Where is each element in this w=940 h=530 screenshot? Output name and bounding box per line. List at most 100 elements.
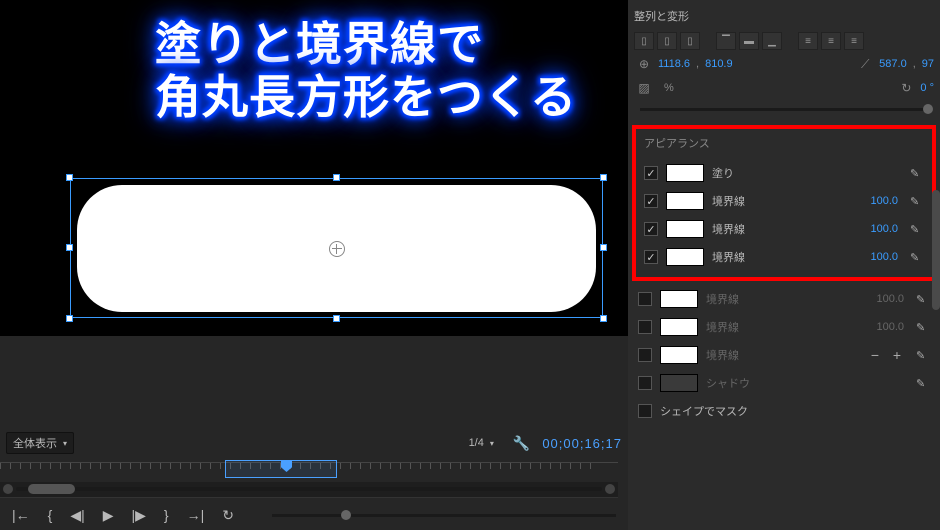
ruler-tick [340,463,341,469]
appearance-extra-row: シャドウ ✎ [634,369,934,397]
ruler-tick [510,463,511,469]
ruler-tick [220,463,221,469]
ruler-tick [430,463,431,469]
resolution-dropdown[interactable]: 1/4 ▾ [462,434,501,452]
ruler-tick [540,463,541,469]
eyedropper-icon[interactable]: ✎ [910,167,924,180]
step-forward-button[interactable]: |▶ [132,507,146,524]
appearance-label: 境界線 [712,221,762,237]
distribute-spacing-button[interactable]: ≡ [844,32,864,50]
title-line-2: 角丸長方形をつくる [155,71,577,124]
position-y-value[interactable]: 810.9 [705,58,733,70]
resize-handle-bm[interactable] [333,315,340,322]
eyedropper-icon[interactable]: ✎ [910,251,924,264]
eyedropper-icon[interactable]: ✎ [910,223,924,236]
timecode-display[interactable]: 00;00;16;17 [542,436,622,451]
appearance-value[interactable]: 100.0 [854,251,898,263]
resize-handle-ml[interactable] [66,244,73,251]
stroke-remove-button[interactable]: − [868,347,882,363]
ruler-tick [180,463,181,469]
appearance-label: 境界線 [712,249,762,265]
eyedropper-icon[interactable]: ✎ [916,293,930,306]
position-x-value[interactable]: 1118.6 [658,58,690,70]
shape-mask-checkbox[interactable] [638,404,652,418]
appearance-extra-checkbox[interactable] [638,320,652,334]
resize-handle-tl[interactable] [66,174,73,181]
scroll-cap-left[interactable] [3,484,13,494]
go-to-out-button[interactable]: →| [187,507,205,523]
resize-handle-tr[interactable] [600,174,607,181]
play-button[interactable]: ▶ [103,507,114,524]
loop-button[interactable]: ↻ [222,507,234,524]
eyedropper-icon[interactable]: ✎ [916,349,930,362]
ruler-tick [190,463,191,469]
playback-slider[interactable] [272,514,616,517]
go-to-in-button[interactable]: |← [12,507,30,523]
panel-slider-thumb[interactable] [923,104,933,114]
appearance-swatch[interactable] [666,220,704,238]
distribute-v-button[interactable]: ≡ [821,32,841,50]
panel-opacity-slider[interactable] [640,108,928,111]
align-middle-button[interactable]: ▬ [739,32,759,50]
align-left-button[interactable]: ▯ [634,32,654,50]
shape-mask-label: シェイプでマスク [660,403,748,419]
scroll-cap-right[interactable] [605,484,615,494]
appearance-checkbox[interactable] [644,166,658,180]
appearance-value[interactable]: 100.0 [854,223,898,235]
eyedropper-icon[interactable]: ✎ [916,377,930,390]
ruler-tick [590,463,591,469]
resize-handle-tm[interactable] [333,174,340,181]
ruler-tick [450,463,451,469]
appearance-extra-label: シャドウ [706,375,756,391]
resize-handle-br[interactable] [600,315,607,322]
appearance-value[interactable]: 100.0 [854,195,898,207]
appearance-checkbox[interactable] [644,222,658,236]
appearance-swatch[interactable] [666,248,704,266]
panel-scrollbar[interactable] [932,190,940,520]
panel-scroll-thumb[interactable] [932,190,940,310]
appearance-extra-value[interactable]: 100.0 [860,293,904,305]
stroke-add-button[interactable]: + [890,347,904,363]
appearance-extra-checkbox[interactable] [638,348,652,362]
appearance-swatch[interactable] [666,192,704,210]
chevron-down-icon: ▾ [63,439,67,448]
appearance-extra-swatch[interactable] [660,374,698,392]
rounded-rectangle-shape[interactable] [77,185,596,312]
appearance-swatch[interactable] [666,164,704,182]
appearance-extra-checkbox[interactable] [638,292,652,306]
ruler-tick [80,463,81,469]
scale-x-value[interactable]: 587.0 [879,58,907,70]
step-back-button[interactable]: ◀| [70,507,84,524]
wrench-icon[interactable]: 🔧 [513,435,530,452]
appearance-extra-checkbox[interactable] [638,376,652,390]
appearance-extra-value[interactable]: 100.0 [860,321,904,333]
appearance-extra-swatch[interactable] [660,290,698,308]
appearance-checkbox[interactable] [644,250,658,264]
appearance-extra-swatch[interactable] [660,346,698,364]
resize-handle-bl[interactable] [66,315,73,322]
align-right-button[interactable]: ▯ [680,32,700,50]
ruler-tick [170,463,171,469]
align-top-button[interactable]: ▔ [716,32,736,50]
ruler-tick [550,463,551,469]
scale-y-value[interactable]: 97 [922,58,934,70]
extract-marker-button[interactable]: } [164,507,169,523]
distribute-h-button[interactable]: ≡ [798,32,818,50]
align-bottom-button[interactable]: ▁ [762,32,782,50]
title-overlay: 塗りと境界線で 角丸長方形をつくる [155,18,577,124]
shape-selection[interactable] [70,178,603,318]
scroll-thumb[interactable] [28,484,75,494]
ruler-tick [70,463,71,469]
eyedropper-icon[interactable]: ✎ [916,321,930,334]
rotation-value[interactable]: 0 ° [920,82,934,94]
appearance-checkbox[interactable] [644,194,658,208]
timeline-scroll-horizontal[interactable] [0,484,618,494]
appearance-extra-swatch[interactable] [660,318,698,336]
zoom-level-dropdown[interactable]: 全体表示 ▾ [6,432,74,454]
playback-slider-thumb[interactable] [341,510,351,520]
align-center-h-button[interactable]: ▯ [657,32,677,50]
insert-marker-button[interactable]: { [48,507,53,523]
eyedropper-icon[interactable]: ✎ [910,195,924,208]
ruler-tick [60,463,61,469]
resize-handle-mr[interactable] [600,244,607,251]
